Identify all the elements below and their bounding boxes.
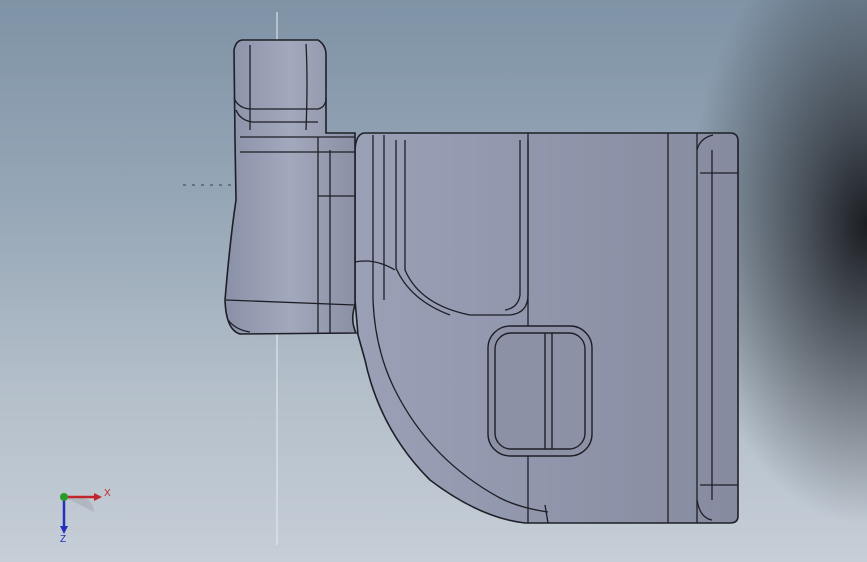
part-post: [224, 39, 358, 335]
z-arrow-icon: [60, 526, 68, 534]
x-arrow-icon: [94, 493, 102, 501]
y-axis-dot-icon: [60, 493, 68, 501]
z-axis-label: Z: [60, 534, 66, 544]
window-cutout: [487, 325, 593, 457]
graphics-viewport[interactable]: X Z: [0, 0, 867, 562]
coordinate-triad[interactable]: X Z: [52, 482, 122, 544]
x-axis-label: X: [104, 488, 111, 499]
triad-plane-icon: [64, 496, 94, 512]
part-model[interactable]: [0, 0, 867, 562]
